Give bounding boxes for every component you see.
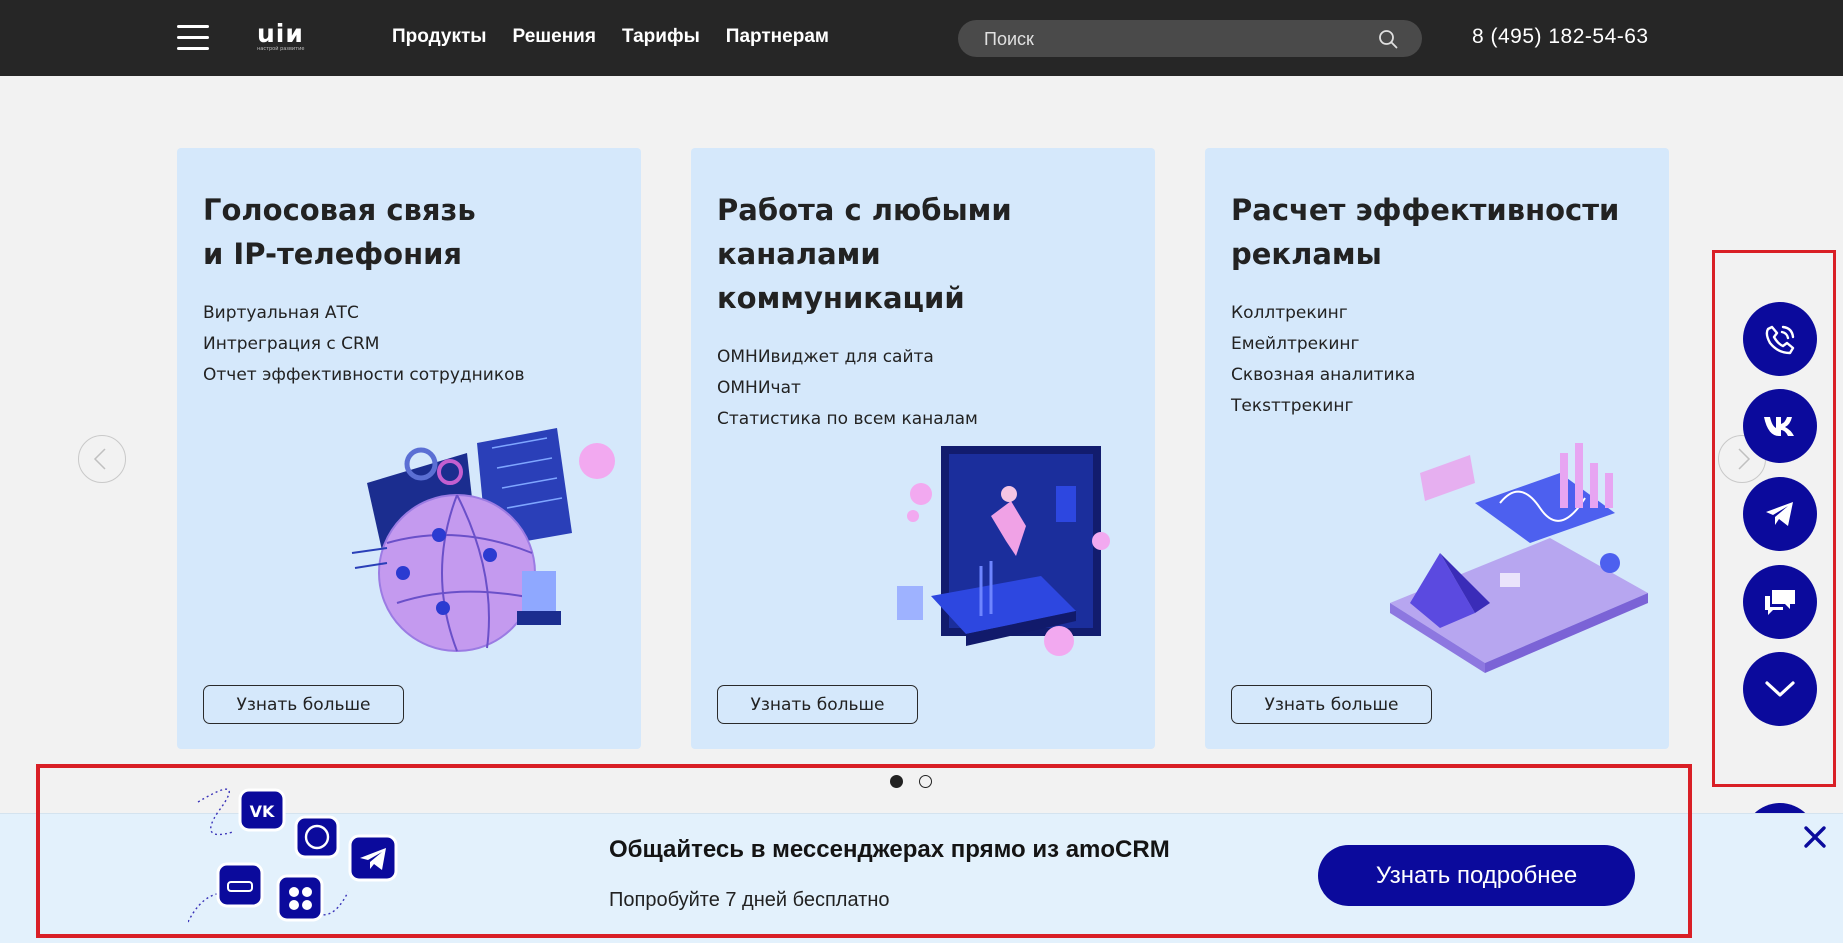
search-input[interactable]	[984, 28, 1364, 50]
learn-more-button[interactable]: Узнать больше	[717, 685, 918, 724]
nav-products[interactable]: Продукты	[392, 26, 487, 48]
telegram-icon	[1766, 502, 1793, 526]
list-item: Статистика по всем каналам	[717, 409, 978, 429]
card-feature-list: ОМНИвиджет для сайта ОМНИчат Статистика …	[717, 342, 978, 435]
logo[interactable]: uiи настрой развитие	[257, 19, 321, 56]
chevron-left-icon	[93, 448, 106, 470]
hamburger-menu-icon[interactable]	[177, 25, 209, 51]
logo-tagline: настрой развитие	[257, 46, 305, 52]
product-card-omnichannel: Работа с любыми каналами коммуникаций ОМ…	[691, 148, 1155, 749]
card-title: Работа с любыми каналами коммуникаций	[717, 193, 1012, 315]
logo-mark: uiи	[257, 19, 304, 48]
telephony-illustration	[351, 428, 615, 652]
banner-highlight	[36, 764, 1692, 938]
product-card-telephony: Голосовая связь и IP-телефония Виртуальн…	[177, 148, 641, 749]
phone-call-icon	[1765, 325, 1795, 355]
nav-partners[interactable]: Партнерам	[726, 26, 829, 48]
nav-solutions[interactable]: Решения	[513, 26, 596, 48]
search-box	[958, 20, 1422, 57]
carousel-prev-button[interactable]	[78, 435, 126, 483]
search-icon[interactable]	[1378, 29, 1398, 49]
list-item: Емейлтрекинг	[1231, 334, 1360, 354]
card-title: Расчет эффективности рекламы	[1231, 193, 1620, 271]
site-header: uiи настрой развитие Продукты Решения Та…	[0, 0, 1843, 76]
card-feature-list: Виртуальная АТС Интреграция с CRM Отчет …	[203, 298, 525, 391]
close-icon[interactable]	[1801, 823, 1829, 851]
product-card-analytics: Расчет эффективности рекламы Коллтрекинг…	[1205, 148, 1669, 749]
analytics-illustration	[1390, 443, 1648, 673]
chat-button[interactable]	[1743, 565, 1817, 639]
main-nav: Продукты Решения Тарифы Партнерам	[392, 26, 829, 48]
nav-pricing[interactable]: Тарифы	[622, 26, 700, 48]
phone-number[interactable]: 8 (495) 182-54-63	[1472, 25, 1649, 49]
list-item: Коллтрекинг	[1231, 303, 1348, 323]
list-item: Текsттрекинг	[1231, 396, 1354, 416]
chat-icon	[1765, 590, 1795, 615]
omnichannel-illustration	[897, 446, 1110, 656]
learn-more-button[interactable]: Узнать больше	[203, 685, 404, 724]
chevron-down-icon	[1765, 681, 1795, 697]
list-item: ОМНИвиджет для сайта	[717, 347, 934, 367]
learn-more-button[interactable]: Узнать больше	[1231, 685, 1432, 724]
card-title: Голосовая связь и IP-телефония	[203, 193, 476, 271]
collapse-widget-button[interactable]	[1743, 652, 1817, 726]
list-item: Сквозная аналитика	[1231, 365, 1416, 385]
list-item: Интреграция с CRM	[203, 334, 380, 354]
list-item: Отчет эффективности сотрудников	[203, 365, 525, 385]
card-feature-list: Коллтрекинг Емейлтрекинг Сквозная аналит…	[1231, 298, 1415, 422]
list-item: Виртуальная АТС	[203, 303, 359, 323]
vk-icon	[1764, 417, 1794, 436]
vk-button[interactable]	[1743, 389, 1817, 463]
call-button[interactable]	[1743, 302, 1817, 376]
telegram-button[interactable]	[1743, 477, 1817, 551]
list-item: ОМНИчат	[717, 378, 801, 398]
